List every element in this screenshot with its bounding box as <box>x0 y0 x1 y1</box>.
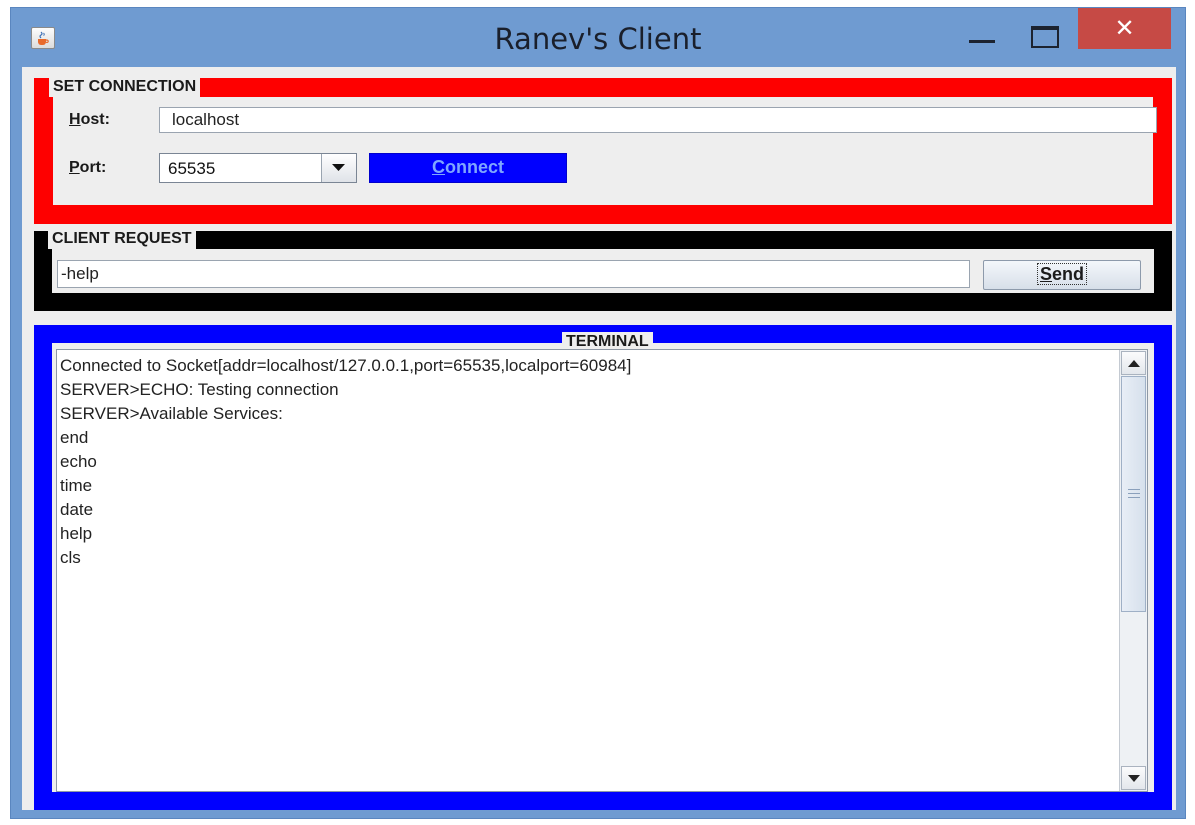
terminal-line: cls <box>60 548 81 567</box>
terminal-panel: TERMINAL Connected to Socket[addr=localh… <box>34 325 1172 810</box>
terminal-line: echo <box>60 452 97 471</box>
scroll-down-icon[interactable] <box>1121 766 1146 790</box>
chevron-down-icon[interactable] <box>321 154 356 182</box>
terminal-line: time <box>60 476 93 495</box>
maximize-icon[interactable] <box>1023 22 1063 48</box>
app-window: Ranev's Client ✕ SET CONNECTION Host: lo… <box>10 7 1186 819</box>
minimize-icon[interactable] <box>963 22 1003 48</box>
host-input[interactable]: localhost <box>159 107 1157 133</box>
terminal-line: end <box>60 428 89 447</box>
terminal-line: SERVER>ECHO: Testing connection <box>60 380 339 399</box>
client-request-panel: CLIENT REQUEST -help Send <box>34 229 1172 311</box>
port-combobox[interactable]: 65535 <box>159 153 357 183</box>
request-input[interactable]: -help <box>57 260 970 288</box>
host-label: Host: <box>69 111 110 128</box>
connect-button[interactable]: Connect <box>369 153 567 183</box>
close-icon[interactable]: ✕ <box>1078 8 1171 49</box>
terminal-line: date <box>60 500 94 519</box>
port-value: 65535 <box>168 159 216 178</box>
terminal-line: SERVER>Available Services: <box>60 404 283 423</box>
scroll-up-icon[interactable] <box>1121 351 1146 375</box>
window-title: Ranev's Client <box>494 22 702 56</box>
scrollbar-thumb[interactable] <box>1121 376 1146 612</box>
terminal-text: Connected to Socket[addr=localhost/127.0… <box>60 354 1117 570</box>
set-connection-panel: SET CONNECTION Host: localhost Port: 655… <box>34 77 1172 224</box>
port-label: Port: <box>69 159 107 176</box>
vertical-scrollbar[interactable] <box>1119 350 1147 791</box>
terminal-output[interactable]: Connected to Socket[addr=localhost/127.0… <box>56 349 1148 792</box>
client-area: SET CONNECTION Host: localhost Port: 655… <box>22 67 1176 810</box>
title-bar[interactable]: Ranev's Client ✕ <box>11 8 1185 66</box>
terminal-line: Connected to Socket[addr=localhost/127.0… <box>60 356 632 375</box>
client-request-legend: CLIENT REQUEST <box>48 229 196 249</box>
terminal-line: help <box>60 524 93 543</box>
send-button[interactable]: Send <box>983 260 1141 290</box>
set-connection-legend: SET CONNECTION <box>49 77 201 97</box>
